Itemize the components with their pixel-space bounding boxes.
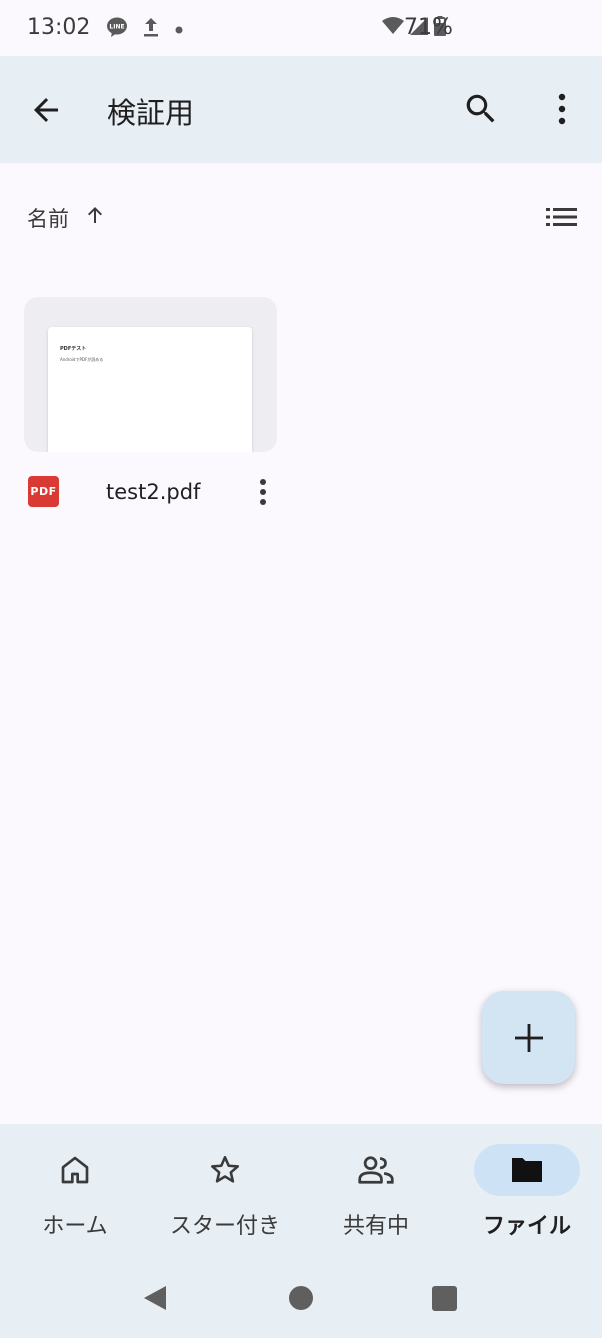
file-thumbnail-card[interactable]: PDFテスト AndroidでPDFが読める bbox=[24, 297, 277, 452]
search-icon bbox=[466, 94, 495, 123]
pdf-badge-label: PDF bbox=[30, 485, 57, 498]
nav-label-starred: スター付き bbox=[169, 1214, 280, 1239]
back-button[interactable] bbox=[28, 92, 64, 128]
wifi-icon bbox=[382, 17, 404, 39]
svg-text:LINE: LINE bbox=[109, 24, 124, 31]
nav-icon-container bbox=[172, 1144, 278, 1196]
system-home-icon[interactable] bbox=[289, 1286, 313, 1310]
thumbnail-body: AndroidでPDFが読める bbox=[60, 357, 104, 362]
more-vert-icon bbox=[260, 479, 266, 505]
nav-icon-container bbox=[22, 1144, 128, 1196]
add-fab-button[interactable] bbox=[482, 991, 575, 1084]
file-item[interactable]: PDF test2.pdf bbox=[24, 470, 277, 514]
upload-icon bbox=[142, 16, 160, 42]
list-view-icon bbox=[546, 208, 577, 226]
search-button[interactable] bbox=[462, 90, 500, 128]
battery-percent: 71% bbox=[404, 15, 453, 40]
nav-label-home: ホーム bbox=[42, 1214, 108, 1239]
file-more-options-button[interactable] bbox=[253, 476, 273, 508]
line-app-icon: LINE bbox=[106, 16, 128, 42]
sort-by-name-button[interactable]: 名前 bbox=[27, 203, 69, 233]
nav-label-shared: 共有中 bbox=[342, 1214, 409, 1239]
nav-item-starred[interactable]: スター付き bbox=[150, 1124, 300, 1254]
nav-icon-container-active bbox=[474, 1144, 580, 1196]
thumbnail-heading: PDFテスト bbox=[60, 346, 87, 352]
bottom-navigation: ホーム スター付き 共有中 ファイル bbox=[0, 1124, 602, 1338]
status-notification-icons: LINE bbox=[106, 16, 184, 42]
pdf-file-icon: PDF bbox=[28, 476, 59, 507]
system-navigation-bar bbox=[0, 1270, 602, 1330]
folder-icon bbox=[512, 1158, 542, 1182]
arrow-up-icon[interactable] bbox=[83, 203, 107, 227]
nav-item-home[interactable]: ホーム bbox=[0, 1124, 150, 1254]
home-icon bbox=[61, 1156, 89, 1184]
list-view-button[interactable] bbox=[543, 203, 579, 231]
nav-icon-container bbox=[323, 1144, 429, 1196]
nav-item-shared[interactable]: 共有中 bbox=[301, 1124, 451, 1254]
more-options-button[interactable] bbox=[547, 90, 577, 128]
app-bar: 検証用 bbox=[0, 56, 602, 163]
system-back-icon[interactable] bbox=[142, 1284, 168, 1312]
page-title: 検証用 bbox=[107, 96, 195, 130]
status-time: 13:02 bbox=[27, 15, 91, 40]
dot-icon bbox=[174, 20, 184, 39]
people-icon bbox=[358, 1156, 394, 1184]
nav-label-files: ファイル bbox=[482, 1214, 571, 1239]
arrow-back-icon bbox=[34, 98, 58, 122]
sort-row: 名前 bbox=[0, 193, 602, 241]
more-vert-icon bbox=[558, 93, 566, 125]
file-name: test2.pdf bbox=[106, 480, 201, 504]
nav-item-files[interactable]: ファイル bbox=[452, 1124, 602, 1254]
system-recents-icon[interactable] bbox=[432, 1286, 457, 1311]
add-icon bbox=[514, 1023, 543, 1052]
star-icon bbox=[210, 1155, 240, 1183]
status-bar: 13:02 LINE 71% bbox=[0, 0, 602, 56]
